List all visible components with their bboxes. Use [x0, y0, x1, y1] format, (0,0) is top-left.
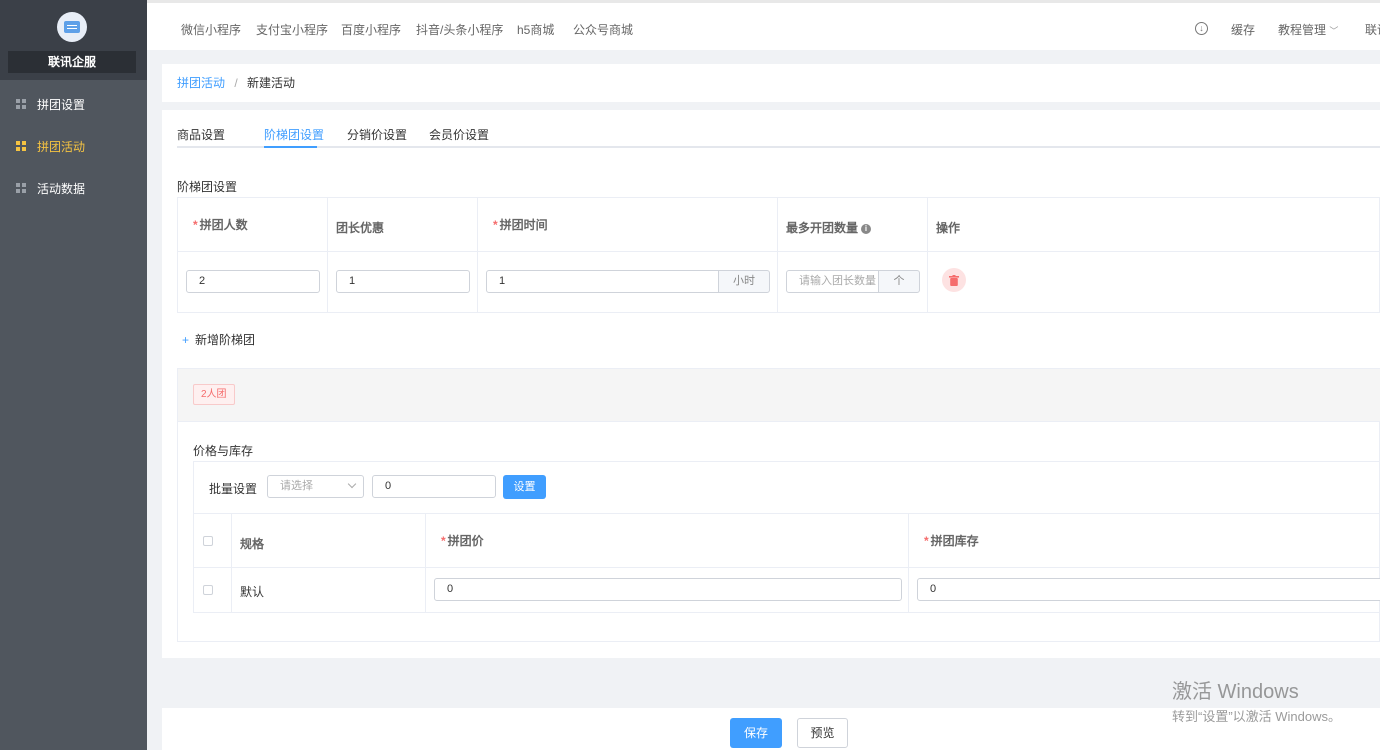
set-button[interactable]: 设置: [503, 475, 546, 499]
delete-button[interactable]: [942, 268, 966, 292]
channel-link-h5[interactable]: h5商城: [517, 21, 554, 38]
add-ladder-label: 新增阶梯团: [195, 333, 256, 347]
ladder-table: * 拼团人数 团长优惠 * 拼团时间 最多开团数量 i 操作: [177, 197, 1380, 313]
info-icon[interactable]: i: [861, 224, 872, 234]
max-groups-unit: 个: [878, 270, 920, 293]
breadcrumb-parent[interactable]: 拼团活动: [177, 76, 225, 90]
trash-icon: [949, 274, 959, 286]
add-ladder-button[interactable]: + 新增阶梯团: [182, 331, 255, 348]
header-leader-discount: 团长优惠: [328, 198, 478, 252]
group-header: 2人团: [178, 369, 1380, 422]
sidebar-item-label: 拼团设置: [37, 97, 86, 112]
sidebar-item-activity-data[interactable]: 活动数据: [0, 168, 147, 208]
group-tag[interactable]: 2人团: [193, 384, 235, 405]
tab-ladder-settings[interactable]: 阶梯团设置: [264, 126, 324, 143]
row-checkbox[interactable]: [203, 585, 213, 595]
grid-icon: [16, 99, 26, 109]
batch-label: 批量设置: [209, 482, 258, 496]
breadcrumb-current: 新建活动: [247, 76, 296, 90]
main-panel: 商品设置 阶梯团设置 分销价设置 会员价设置 阶梯团设置 * 拼团人数 团长优惠 …: [162, 110, 1380, 658]
download-icon[interactable]: ↓: [1195, 22, 1208, 35]
logo-icon: [57, 12, 87, 42]
row-select-cell: [194, 568, 232, 613]
watermark-line1: 激活 Windows: [1172, 681, 1299, 703]
cache-link[interactable]: 缓存: [1231, 21, 1255, 38]
plus-icon: +: [182, 333, 190, 347]
sidebar: 联讯企服 拼团设置 拼团活动 活动数据: [0, 0, 147, 750]
tab-distribution-price[interactable]: 分销价设置: [347, 126, 407, 143]
windows-activation-watermark: 激活 Windows 转到“设置”以激活 Windows。: [1172, 675, 1341, 725]
tab-bar: 商品设置 阶梯团设置 分销价设置 会员价设置: [177, 110, 1380, 148]
channel-link-alipay[interactable]: 支付宝小程序: [256, 21, 328, 38]
sidebar-header: 联讯企服: [0, 0, 147, 80]
breadcrumb: 拼团活动 / 新建活动: [162, 64, 1380, 102]
breadcrumb-separator: /: [234, 76, 238, 90]
top-navbar: 微信小程序 支付宝小程序 百度小程序 抖音/头条小程序 h5商城 公众号商城 ↓…: [147, 0, 1380, 50]
header-group-size: * 拼团人数: [178, 198, 328, 252]
select-all-checkbox[interactable]: [203, 536, 213, 546]
section-title-ladder: 阶梯团设置: [177, 180, 238, 194]
preview-button[interactable]: 预览: [797, 718, 848, 748]
header-select-all: [194, 514, 232, 568]
channel-link-douyin[interactable]: 抖音/头条小程序: [416, 21, 503, 38]
sidebar-item-group-settings[interactable]: 拼团设置: [0, 84, 147, 124]
tab-member-price[interactable]: 会员价设置: [429, 126, 489, 143]
chevron-down-icon: [347, 479, 357, 489]
header-group-price: * 拼团价: [426, 514, 909, 568]
channel-link-baidu[interactable]: 百度小程序: [341, 21, 401, 38]
price-stock-title: 价格与库存: [193, 444, 254, 458]
chevron-down-icon: ﹀: [1329, 26, 1339, 36]
brand-name: 联讯企服: [8, 51, 136, 73]
sidebar-item-group-activity[interactable]: 拼团活动: [0, 126, 147, 166]
price-stock-table: 批量设置 请选择 0 设置 规格 * 拼团价 * 拼团库存 默认 0 0: [193, 461, 1380, 613]
header-group-stock: * 拼团库存: [909, 514, 1380, 568]
grid-icon: [16, 141, 26, 151]
header-duration: * 拼团时间: [478, 198, 778, 252]
header-spec: 规格: [232, 514, 426, 568]
batch-select[interactable]: 请选择: [267, 475, 364, 498]
channel-link-wechat[interactable]: 微信小程序: [181, 21, 241, 38]
tab-product-settings[interactable]: 商品设置: [177, 126, 225, 143]
row-spec: 默认: [232, 568, 426, 613]
sidebar-item-label: 拼团活动: [37, 139, 86, 154]
tutorial-label: 教程管理: [1278, 23, 1327, 37]
group-stock-input[interactable]: 0: [917, 578, 1380, 601]
max-groups-input[interactable]: 请输入团长数量: [786, 270, 879, 293]
batch-value-input[interactable]: 0: [372, 475, 496, 498]
header-actions: 操作: [928, 198, 1380, 252]
sidebar-item-label: 活动数据: [37, 181, 86, 196]
user-menu[interactable]: 联讯: [1365, 21, 1380, 38]
group-price-input[interactable]: 0: [434, 578, 902, 601]
active-tab-indicator: [264, 146, 317, 148]
group-size-input[interactable]: 2: [186, 270, 320, 293]
grid-icon: [16, 183, 26, 193]
channel-link-official-account[interactable]: 公众号商城: [573, 21, 633, 38]
group-config-box: 2人团 价格与库存 批量设置 请选择 0 设置 规格 * 拼团价 * 拼团库存 默认…: [177, 368, 1380, 642]
tutorial-menu[interactable]: 教程管理 ﹀: [1278, 21, 1338, 38]
duration-input[interactable]: 1: [486, 270, 719, 293]
watermark-line2: 转到“设置”以激活 Windows。: [1172, 709, 1342, 724]
header-max-groups: 最多开团数量 i: [778, 198, 928, 252]
save-button[interactable]: 保存: [730, 718, 782, 748]
duration-unit: 小时: [718, 270, 770, 293]
leader-discount-input[interactable]: 1: [336, 270, 470, 293]
